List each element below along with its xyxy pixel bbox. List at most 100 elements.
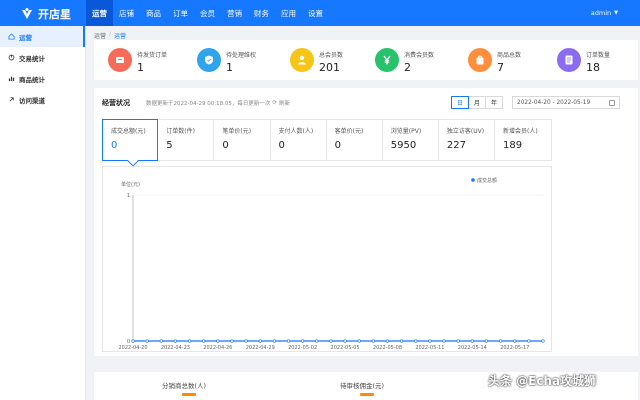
metric-card[interactable]: 笔单价(元) 0 bbox=[214, 120, 271, 160]
sidebar-item[interactable]: 交易统计 bbox=[0, 47, 85, 68]
period-day-button[interactable]: 日 bbox=[451, 96, 469, 109]
refresh-link[interactable]: 刷新 bbox=[279, 99, 290, 107]
period-year-button[interactable]: 年 bbox=[485, 96, 503, 109]
stat-value: 1 bbox=[226, 61, 233, 74]
stat-value: 18 bbox=[586, 61, 600, 74]
sidebar-item-label: 交易统计 bbox=[19, 54, 45, 63]
date-range-text: 2022-04-20 - 2022-05-19 bbox=[517, 99, 591, 106]
sidebar-item[interactable]: 商品统计 bbox=[0, 68, 85, 89]
breadcrumb-item[interactable]: 运营 bbox=[94, 31, 106, 40]
stats-bar: 待发货订单 1 待处理维权 1 总会员数 201 消费会员数 2 商品总数 7 订单数量 18 bbox=[94, 40, 638, 80]
data-point bbox=[498, 339, 503, 343]
metric-value: 5 bbox=[166, 140, 173, 151]
x-tick-label: 2022-04-20 bbox=[118, 345, 147, 351]
stat-card[interactable]: 商品总数 7 bbox=[468, 48, 521, 74]
metric-card[interactable]: 支付人数(人) 0 bbox=[271, 120, 327, 160]
update-note: 数据更新于2022-04-29 00:18:05，每日更新一次 ⟳ 刷新 bbox=[146, 99, 290, 107]
nav-item[interactable]: 运营 bbox=[86, 0, 113, 26]
nav-item[interactable]: 设置 bbox=[302, 0, 329, 26]
nav-item[interactable]: 应用 bbox=[275, 0, 302, 26]
data-point bbox=[286, 339, 291, 343]
app-logo[interactable]: 开店星 bbox=[20, 6, 71, 22]
data-point bbox=[329, 339, 333, 343]
yen-icon bbox=[383, 55, 391, 65]
data-point bbox=[187, 339, 192, 343]
sidebar-item-label: 访问渠道 bbox=[19, 96, 45, 105]
metric-label: 支付人数(人) bbox=[278, 128, 314, 135]
stat-label: 消费会员数 bbox=[404, 52, 435, 59]
nav-item[interactable]: 财务 bbox=[248, 0, 275, 26]
stat-icon-badge bbox=[197, 48, 221, 72]
stat-card[interactable]: 消费会员数 2 bbox=[375, 48, 434, 74]
x-tick-label: 2022-05-14 bbox=[458, 345, 487, 351]
stat-value: 2 bbox=[404, 61, 411, 74]
data-point bbox=[343, 339, 347, 343]
metric-card[interactable]: 订单数(件) 5 bbox=[158, 120, 215, 160]
data-point bbox=[272, 339, 276, 343]
data-point bbox=[145, 339, 149, 343]
x-tick-label: 2022-05-17 bbox=[500, 345, 529, 351]
tab-indicator bbox=[182, 393, 196, 396]
x-tick-label: 2022-05-02 bbox=[288, 345, 317, 351]
sidebar: 运营交易统计商品统计访问渠道 bbox=[0, 26, 86, 400]
stat-label: 总会员数 bbox=[319, 52, 344, 59]
date-range-picker[interactable]: 2022-04-20 - 2022-05-19 bbox=[512, 96, 620, 109]
data-point bbox=[244, 339, 248, 343]
x-tick-label: 2022-05-08 bbox=[373, 345, 402, 351]
breadcrumb: 运营 / 运营 bbox=[94, 31, 126, 40]
nav-item[interactable]: 订单 bbox=[167, 0, 194, 26]
refresh-icon[interactable]: ⟳ bbox=[272, 100, 277, 106]
metric-card[interactable]: 独立访客(UV) 227 bbox=[439, 120, 496, 160]
period-month-button[interactable]: 月 bbox=[468, 96, 486, 109]
metric-value: 5950 bbox=[390, 140, 417, 151]
legend-label: 成交总额 bbox=[477, 177, 497, 184]
period-switch: 日 月 年 bbox=[451, 96, 503, 109]
panel-title: 经营状况 bbox=[102, 99, 130, 107]
data-point bbox=[173, 339, 178, 343]
stat-value: 1 bbox=[137, 61, 144, 74]
calendar-icon bbox=[609, 100, 615, 106]
sidebar-item-label: 商品统计 bbox=[19, 75, 45, 84]
data-point bbox=[541, 339, 545, 343]
metric-value: 0 bbox=[278, 140, 285, 151]
stat-card[interactable]: 订单数量 18 bbox=[557, 48, 610, 74]
home-icon bbox=[8, 33, 15, 40]
shield-icon bbox=[205, 55, 213, 65]
data-point bbox=[159, 339, 163, 343]
sidebar-item[interactable]: 运营 bbox=[0, 26, 85, 47]
metric-label: 独立访客(UV) bbox=[446, 128, 485, 135]
nav-item[interactable]: 商品 bbox=[140, 0, 167, 26]
username: admin bbox=[590, 9, 612, 17]
stat-card[interactable]: 待发货订单 1 bbox=[108, 48, 167, 74]
stat-label: 待处理维权 bbox=[226, 52, 257, 59]
stat-label: 订单数量 bbox=[586, 52, 611, 59]
stat-card[interactable]: 总会员数 201 bbox=[290, 48, 343, 74]
metric-label: 笔单价(元) bbox=[222, 128, 252, 135]
data-point bbox=[258, 339, 262, 343]
breadcrumb-current: 运营 bbox=[114, 33, 127, 40]
nav-item[interactable]: 营销 bbox=[221, 0, 248, 26]
nav-item[interactable]: 店铺 bbox=[113, 0, 140, 26]
stat-card[interactable]: 待处理维权 1 bbox=[197, 48, 256, 74]
x-tick-label: 2022-05-05 bbox=[331, 345, 360, 351]
data-point bbox=[484, 339, 489, 343]
metric-card[interactable]: 浏览量(PV) 5950 bbox=[383, 120, 439, 160]
metric-card[interactable]: 客单价(元) 0 bbox=[327, 120, 383, 160]
top-navbar: 开店星 运营 店铺 商品 订单 会员 营销 财务 应用 设置 admin ▼ bbox=[0, 0, 640, 26]
data-point bbox=[428, 339, 432, 343]
stat-icon-badge bbox=[557, 48, 581, 72]
sidebar-item[interactable]: 访问渠道 bbox=[0, 89, 85, 110]
data-point bbox=[230, 339, 234, 343]
data-point bbox=[301, 339, 305, 343]
data-point bbox=[357, 339, 361, 343]
data-point bbox=[202, 339, 206, 343]
data-point bbox=[131, 339, 135, 343]
data-point bbox=[456, 339, 460, 343]
user-menu[interactable]: admin ▼ bbox=[591, 9, 618, 17]
metric-card[interactable]: 成交总额(元) 0 bbox=[102, 119, 159, 161]
nav-item[interactable]: 会员 bbox=[194, 0, 221, 26]
metric-card[interactable]: 新增会员(人) 189 bbox=[495, 120, 551, 160]
business-panel: 经营状况 数据更新于2022-04-29 00:18:05，每日更新一次 ⟳ 刷… bbox=[94, 88, 638, 356]
chart-icon bbox=[8, 54, 15, 61]
metric-label: 新增会员(人) bbox=[503, 128, 538, 135]
